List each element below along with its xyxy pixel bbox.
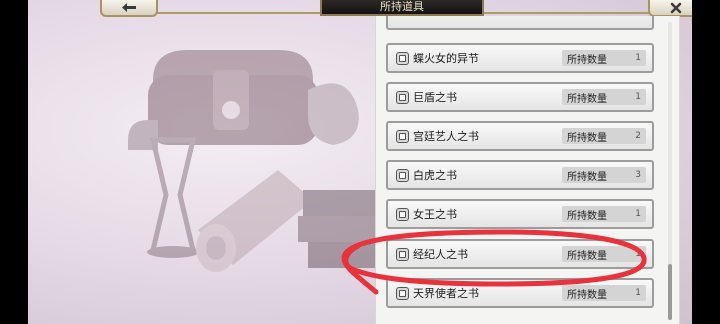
book-icon xyxy=(396,129,409,143)
header-ornament-right xyxy=(484,12,650,14)
quantity-label: 所持数量 xyxy=(567,210,607,222)
quantity-box: 所持数量 3 xyxy=(562,167,646,183)
quantity-label: 所持数量 xyxy=(567,289,607,301)
background-illustration xyxy=(128,50,380,272)
book-icon xyxy=(396,168,409,182)
list-item[interactable]: 宫廷艺人之书 所持数量 2 xyxy=(386,121,654,151)
game-screen: 所持道具 蝶火女的异节 所持数量 1 巨盾之书 所持数量 1 宫廷艺人之书 所持… xyxy=(28,0,692,324)
item-name: 白虎之书 xyxy=(413,169,457,182)
scrollbar-thumb[interactable] xyxy=(668,264,672,320)
quantity-box: 所持数量 1 xyxy=(562,50,646,66)
quantity-box: 所持数量 1 xyxy=(562,206,646,222)
quantity-value: 1 xyxy=(635,92,641,102)
list-item[interactable] xyxy=(386,16,654,30)
back-button[interactable] xyxy=(100,0,158,17)
item-name: 女王之书 xyxy=(413,208,457,221)
item-list[interactable]: 蝶火女的异节 所持数量 1 巨盾之书 所持数量 1 宫廷艺人之书 所持数量 2 xyxy=(375,16,680,324)
item-name: 天界使者之书 xyxy=(413,287,479,300)
quantity-value: 1 xyxy=(635,209,641,219)
list-item[interactable]: 白虎之书 所持数量 3 xyxy=(386,160,654,190)
book-icon xyxy=(396,90,409,104)
quantity-label: 所持数量 xyxy=(567,132,607,144)
list-item[interactable]: 女王之书 所持数量 1 xyxy=(386,199,654,229)
book-icon xyxy=(396,247,409,261)
quantity-value: 1 xyxy=(635,288,641,298)
close-x-icon xyxy=(670,2,682,13)
close-button[interactable] xyxy=(648,0,692,17)
quantity-box: 所持数量 1 xyxy=(562,246,646,262)
letterbox-right xyxy=(692,0,720,324)
list-item[interactable]: 天界使者之书 所持数量 1 xyxy=(386,278,654,308)
header-ornament-left xyxy=(156,12,320,14)
page-title: 所持道具 xyxy=(320,0,484,16)
quantity-value: 2 xyxy=(635,131,641,141)
book-icon xyxy=(396,51,409,65)
list-item[interactable]: 蝶火女的异节 所持数量 1 xyxy=(386,43,654,73)
quantity-value: 3 xyxy=(635,170,641,180)
item-name: 蝶火女的异节 xyxy=(413,52,479,65)
book-icon xyxy=(396,207,409,221)
item-name: 巨盾之书 xyxy=(413,91,457,104)
quantity-box: 所持数量 1 xyxy=(562,89,646,105)
list-item[interactable]: 经纪人之书 所持数量 1 xyxy=(386,239,654,269)
quantity-box: 所持数量 2 xyxy=(562,128,646,144)
item-name: 宫廷艺人之书 xyxy=(413,130,479,143)
letterbox-left xyxy=(0,0,28,324)
quantity-value: 1 xyxy=(635,249,641,259)
book-icon xyxy=(396,286,409,300)
arrow-left-icon xyxy=(122,3,136,12)
quantity-label: 所持数量 xyxy=(567,250,607,262)
item-name: 经纪人之书 xyxy=(413,248,468,261)
quantity-label: 所持数量 xyxy=(567,54,607,66)
quantity-label: 所持数量 xyxy=(567,93,607,105)
quantity-box: 所持数量 1 xyxy=(562,285,646,301)
quantity-value: 1 xyxy=(635,53,641,63)
list-item[interactable]: 巨盾之书 所持数量 1 xyxy=(386,82,654,112)
quantity-label: 所持数量 xyxy=(567,171,607,183)
